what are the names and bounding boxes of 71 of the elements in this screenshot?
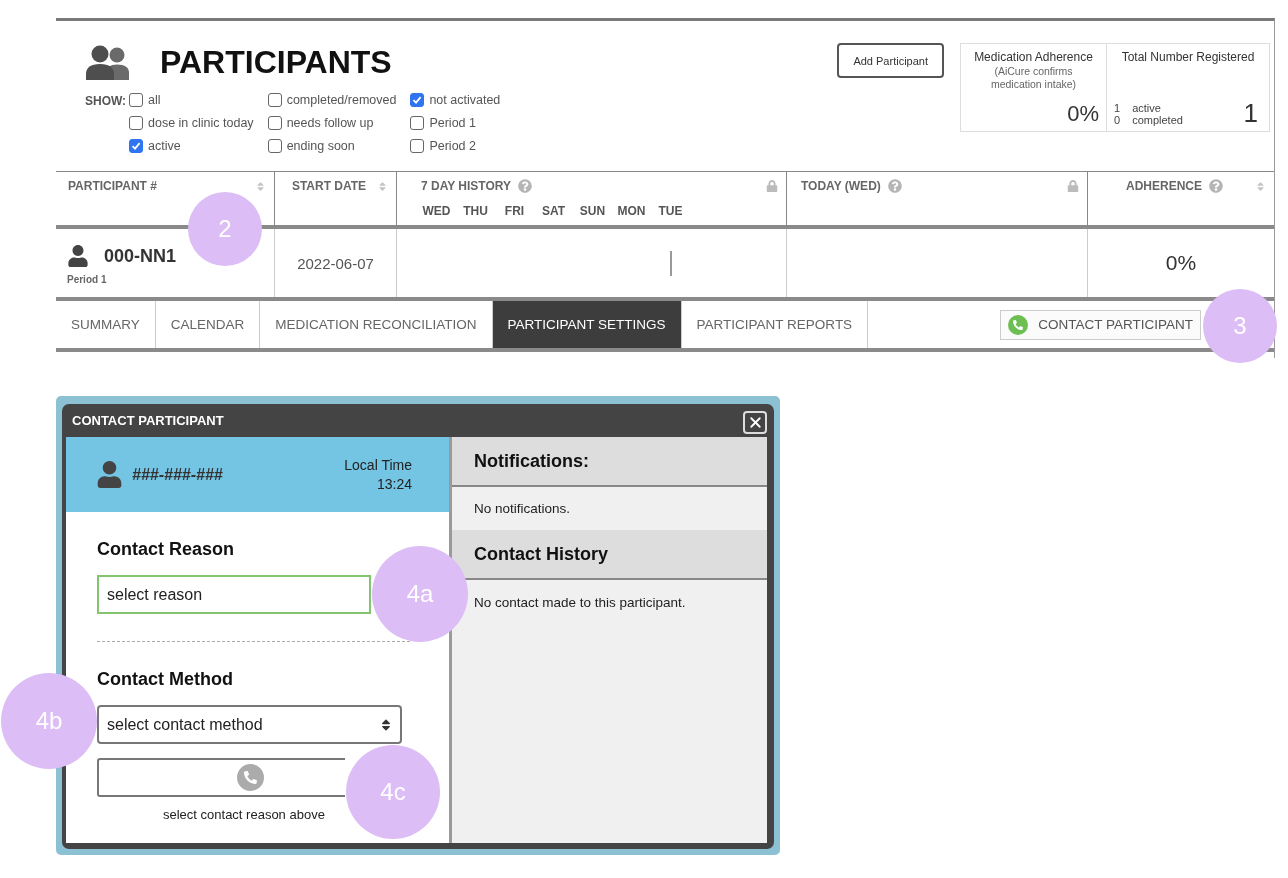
column-header: ADHERENCE [1126, 179, 1202, 193]
day-label: MON [616, 204, 647, 218]
participant-id[interactable]: 000-NN1 [104, 245, 177, 267]
filter-option[interactable]: dose in clinic today [129, 116, 254, 130]
show-label: SHOW: [85, 93, 128, 108]
checkbox[interactable] [410, 116, 425, 130]
column-header: START DATE [291, 179, 367, 193]
checkbox[interactable] [410, 93, 425, 107]
day-label: SUN [578, 204, 607, 218]
participant-period: Period 1 [67, 274, 107, 285]
notifications-text: No notifications. [474, 501, 571, 516]
day-label: THU [462, 204, 489, 218]
stat-title: Medication Adherence [973, 50, 1094, 64]
local-time-label: Local Time [344, 455, 412, 475]
contact-history-text: No contact made to this participant. [474, 595, 686, 610]
filter-option[interactable]: needs follow up [267, 116, 397, 130]
call-hint: select contact reason above [163, 807, 325, 822]
method-select[interactable]: select contact method [97, 705, 402, 744]
filter-option[interactable]: not activated [410, 93, 501, 107]
local-time: 13:24 [376, 474, 412, 494]
day-label: WED [421, 204, 452, 218]
count-number: 0 [1114, 114, 1121, 126]
filter-option[interactable]: active [129, 139, 254, 153]
count-label: active [1132, 102, 1162, 114]
person-icon [67, 245, 89, 267]
field-heading: Contact Reason [97, 538, 235, 560]
checkbox[interactable] [129, 93, 143, 107]
page-title: PARTICIPANTS [160, 43, 392, 81]
people-icon [85, 44, 131, 80]
checkbox[interactable] [267, 139, 282, 153]
stat-value: 1 [1243, 100, 1259, 126]
count-number: 1 [1114, 102, 1121, 114]
field-heading: Contact Method [97, 668, 233, 690]
day-label: TUE [657, 204, 684, 218]
stat-subtitle: (AiCure confirms medication intake) [989, 64, 1078, 91]
day-label: FRI [503, 204, 526, 218]
close-button[interactable] [743, 410, 767, 434]
start-date: 2022-06-07 [297, 254, 374, 272]
section-heading: Contact History [474, 543, 608, 565]
phone-icon [1008, 314, 1029, 335]
stat-title: Total Number Registered [1120, 50, 1256, 64]
add-participant-button[interactable]: Add Participant [837, 43, 944, 78]
column-header: PARTICIPANT # [68, 179, 157, 193]
callout-marker: 4b [1, 673, 97, 769]
checkbox[interactable] [129, 139, 143, 153]
person-icon [96, 461, 123, 488]
column-header: 7 DAY HISTORY [421, 179, 512, 193]
tab[interactable]: PARTICIPANT SETTINGS [492, 301, 682, 348]
day-label: SAT [540, 204, 567, 218]
checkbox[interactable] [267, 116, 282, 130]
adherence-value: 0% [1165, 251, 1197, 275]
filter-option[interactable]: Period 1 [410, 116, 501, 130]
checkbox[interactable] [129, 116, 143, 130]
dialog-title: CONTACT PARTICIPANT [72, 413, 224, 428]
vertical-bar-icon [669, 250, 672, 276]
reason-select[interactable]: select reason [97, 575, 371, 614]
stat-value: 0% [1067, 102, 1099, 126]
filter-option[interactable]: completed/removed [267, 93, 397, 107]
filter-option[interactable]: all [129, 93, 254, 107]
filter-option[interactable]: Period 2 [410, 139, 501, 153]
callout-marker: 2 [188, 192, 262, 266]
filter-option[interactable]: ending soon [267, 139, 397, 153]
checkbox[interactable] [267, 93, 282, 107]
count-label: completed [1132, 114, 1183, 126]
section-heading: Notifications: [474, 450, 589, 472]
checkbox[interactable] [410, 139, 425, 153]
callout-marker: 3 [1203, 289, 1277, 363]
column-header: TODAY (WED) [801, 179, 881, 193]
dropdown-arrows-icon [379, 717, 393, 732]
participant-id: ###-###-### [132, 465, 223, 484]
contact-participant-button[interactable]: CONTACT PARTICIPANT [1000, 309, 1201, 340]
